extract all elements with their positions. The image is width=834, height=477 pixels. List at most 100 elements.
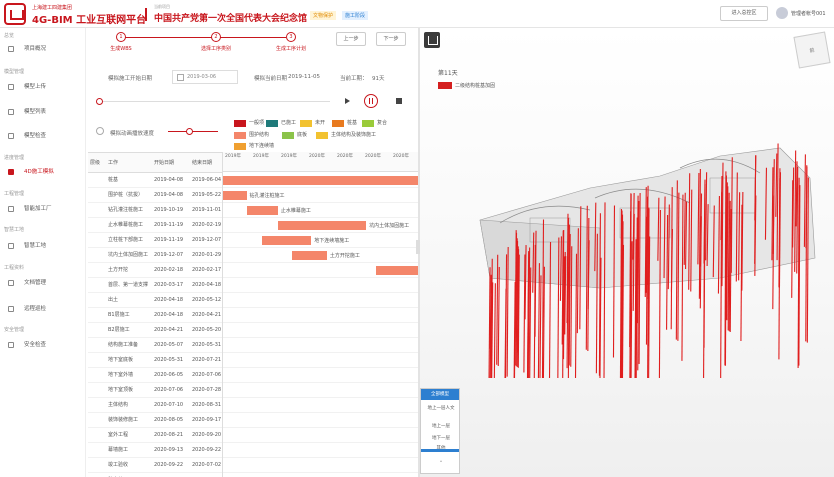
sidebar-item-model-list[interactable]: 模型列表 <box>6 105 84 119</box>
table-cell-end: 2020-05-20 <box>192 327 222 333</box>
sidebar-section-title: 安全管理 <box>4 327 25 333</box>
speed-icon <box>96 127 104 135</box>
sidebar-item-smart-site[interactable]: 智慧工地 <box>6 239 84 253</box>
table-cell-start: 2020-07-06 <box>154 387 184 393</box>
table-cell-name: 地下室顶板 <box>108 387 134 393</box>
table-cell-name: 地下室底板 <box>108 357 134 363</box>
next-step-button[interactable]: 下一步 <box>376 32 406 46</box>
start-date-label: 模拟施工开始日期 <box>108 76 153 82</box>
table-cell-start: 2019-12-07 <box>154 252 184 258</box>
gantt-bar-label: 钻孔灌注桩施工 <box>249 193 285 199</box>
sidebar: 总览 项目概况 模型管理 模型上传 模型列表 模型检查 进度管理 4D施工模拟 … <box>0 28 86 477</box>
current-date-value: 2019-11-05 <box>288 74 320 80</box>
table-cell-name: 钻孔灌注桩施工 <box>108 207 144 213</box>
floor-item[interactable]: 地上一层人文 <box>424 405 458 411</box>
step-indicator: 1 2 3 生成WBS 选择工序类别 生成工序计划 <box>92 30 322 56</box>
sidebar-item-factory[interactable]: 智能加工厂 <box>6 202 84 216</box>
gantt-bar[interactable] <box>223 176 418 185</box>
speed-slider-handle[interactable] <box>186 128 193 135</box>
table-cell-start: 2020-07-10 <box>154 402 184 408</box>
table-cell-end: 2020-07-28 <box>192 387 222 393</box>
sidebar-item-model-check[interactable]: 模型检查 <box>6 129 84 143</box>
pile-line <box>497 266 500 367</box>
gantt-chart: 2019年 2019年 2019年 2020年 2020年 2020年 2020年 钻孔灌注… <box>222 152 418 477</box>
play-icon[interactable] <box>340 94 354 108</box>
table-cell-end: 2019-06-04 <box>192 177 222 183</box>
sidebar-item-inspection[interactable]: 远程巡检 <box>6 302 84 316</box>
gantt-month-label: 2019年 <box>253 154 269 159</box>
table-cell-start: 2020-04-18 <box>154 297 184 303</box>
timeline-slider[interactable] <box>98 101 330 102</box>
building-model <box>479 143 816 379</box>
gantt-bar-label: 地下连续墙施工 <box>314 238 350 244</box>
gantt-bar[interactable] <box>291 251 327 260</box>
stop-icon[interactable] <box>392 94 406 108</box>
legend-item: 一般项 <box>234 119 264 128</box>
gantt-bar[interactable] <box>277 221 367 230</box>
table-cell-name: 装饰装修施工 <box>108 417 139 423</box>
sidebar-item-overview[interactable]: 项目概况 <box>6 42 84 56</box>
table-cell-end: 2020-07-21 <box>192 357 222 363</box>
gantt-bar[interactable] <box>375 266 418 275</box>
table-cell-end: 2020-09-17 <box>192 417 222 423</box>
upload-icon <box>8 84 14 90</box>
table-cell-end: 2020-07-06 <box>192 372 222 378</box>
model-floor-panel: 全部模型 地上一层人文 地上一层 地下一层 其他 ⌃ <box>420 388 460 474</box>
table-cell-name: 围护桩（抗拔） <box>108 192 144 198</box>
gantt-bar[interactable] <box>223 191 247 200</box>
legend-item: 未开 <box>300 119 325 128</box>
table-cell-end: 2019-12-07 <box>192 237 222 243</box>
panel-title[interactable]: 全部模型 <box>421 389 459 400</box>
bim-viewer[interactable]: 前 第11天 二级结构桩基加固 <box>420 28 834 477</box>
sidebar-item-4d-simulation[interactable]: 4D施工模拟 <box>6 165 84 179</box>
column-header[interactable]: 开始日期 <box>154 153 192 173</box>
table-cell-end: 2020-07-02 <box>192 473 224 477</box>
floor-item[interactable]: 地下一层 <box>424 435 458 441</box>
legend-item: 主体结构及装饰施工 <box>316 131 376 140</box>
check-icon <box>8 133 14 139</box>
table-cell-name: 立柱桩下部施工 <box>108 237 144 243</box>
site-icon <box>8 243 14 249</box>
sidebar-item-model-upload[interactable]: 模型上传 <box>6 80 84 94</box>
timeline-slider-handle[interactable] <box>96 98 103 105</box>
table-cell-end: 2019-11-01 <box>192 207 222 213</box>
days-value: 91天 <box>372 76 385 82</box>
sidebar-section-title: 智慧工地 <box>4 227 25 233</box>
pause-icon[interactable] <box>364 94 378 108</box>
sidebar-item-documents[interactable]: 文档管理 <box>6 276 84 290</box>
start-date-input[interactable]: 2019-03-06 <box>172 70 238 84</box>
legend-item: 桩基 <box>332 119 357 128</box>
step-1[interactable]: 1 <box>116 32 126 42</box>
step-connector <box>216 37 286 38</box>
project-title[interactable]: 中国共产党第一次全国代表大会纪念馆 <box>154 11 307 24</box>
floor-item[interactable]: 地上一层 <box>424 423 458 429</box>
sidebar-item-safety[interactable]: 安全检查 <box>6 338 84 352</box>
location-icon <box>8 306 14 312</box>
table-cell-end: 2020-04-21 <box>192 312 222 318</box>
prev-step-button[interactable]: 上一步 <box>336 32 366 46</box>
column-header[interactable]: 结束日期 <box>192 153 222 173</box>
simulation-icon <box>8 169 14 175</box>
table-cell-end: 2019-05-22 <box>192 192 222 198</box>
current-date-label: 模拟当前日期 <box>254 76 288 82</box>
switch-area-button[interactable]: 进入总控区 <box>720 6 768 21</box>
column-header[interactable]: 工作 <box>108 153 154 173</box>
user-name[interactable]: 管理者帐号001 <box>791 10 826 17</box>
table-cell-start: 2020-08-21 <box>154 432 184 438</box>
step-1-label: 生成WBS <box>110 46 132 52</box>
table-cell-start: 2020-02-18 <box>154 267 184 273</box>
legend-item: 底板 <box>282 131 307 140</box>
chevron-up-icon[interactable]: ⌃ <box>424 461 458 466</box>
step-3[interactable]: 3 <box>286 32 296 42</box>
step-2[interactable]: 2 <box>211 32 221 42</box>
table-cell-end: 2020-01-29 <box>192 252 222 258</box>
table-cell-start: 2019-11-19 <box>154 222 184 228</box>
speed-slider[interactable] <box>168 131 218 132</box>
avatar[interactable] <box>776 7 788 19</box>
gantt-bar[interactable] <box>262 236 312 245</box>
gantt-month-label: 2020年 <box>337 154 353 159</box>
gantt-bar[interactable] <box>246 206 278 215</box>
brand-subtitle: 上海建工四建集团 <box>32 5 73 11</box>
table-cell-name: 出土 <box>108 297 119 303</box>
table-cell-name: 结构施工准备 <box>108 342 139 348</box>
